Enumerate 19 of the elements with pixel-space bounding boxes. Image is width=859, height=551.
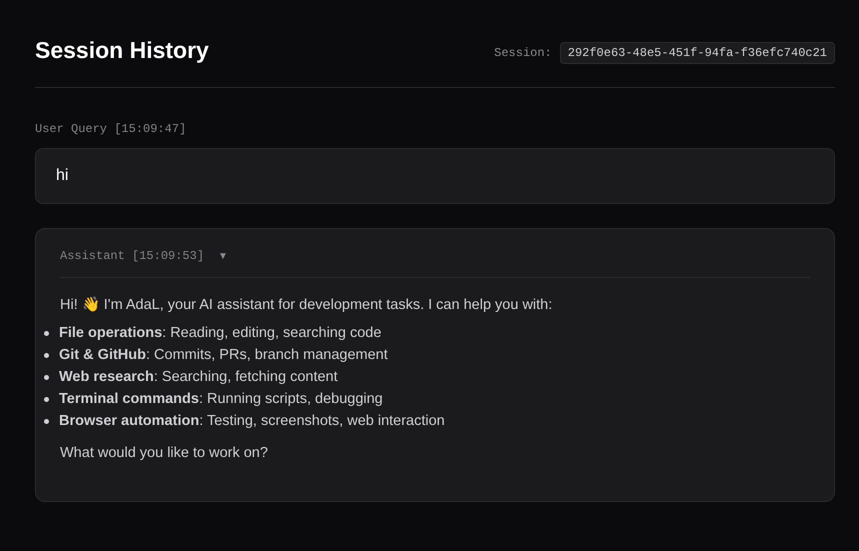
bullet-icon <box>44 418 49 424</box>
session-id: 292f0e63-48e5-451f-94fa-f36efc740c21 <box>560 42 835 64</box>
list-item-text: Git & GitHub: Commits, PRs, branch management <box>59 347 388 363</box>
message-text: Hi! 👋 I'm AdaL, your AI assistant for development tasks. I can help you with: <box>60 296 554 313</box>
list-item-text: Terminal commands: Running scripts, debugging <box>59 391 383 407</box>
page-title: Session History <box>35 36 209 64</box>
bullet-icon <box>44 396 49 402</box>
session-label: Session: <box>494 46 552 60</box>
message-text: What would you like to work on? <box>60 445 269 461</box>
bullet-icon <box>44 374 49 380</box>
message-label: User Query [15:09:47] <box>35 122 188 136</box>
message-label: Assistant [15:09:53] <box>60 249 204 263</box>
list-item-text: Web research: Searching, fetching content <box>59 369 338 385</box>
bullet-icon <box>44 352 49 358</box>
collapse-toggle[interactable]: ▼ <box>218 250 228 262</box>
bullet-icon <box>44 330 49 336</box>
list-item-text: File operations: Reading, editing, searching code <box>59 325 382 341</box>
list-item-text: Browser automation: Testing, screenshots, web interaction <box>59 413 445 429</box>
user-message: hi <box>35 148 835 204</box>
